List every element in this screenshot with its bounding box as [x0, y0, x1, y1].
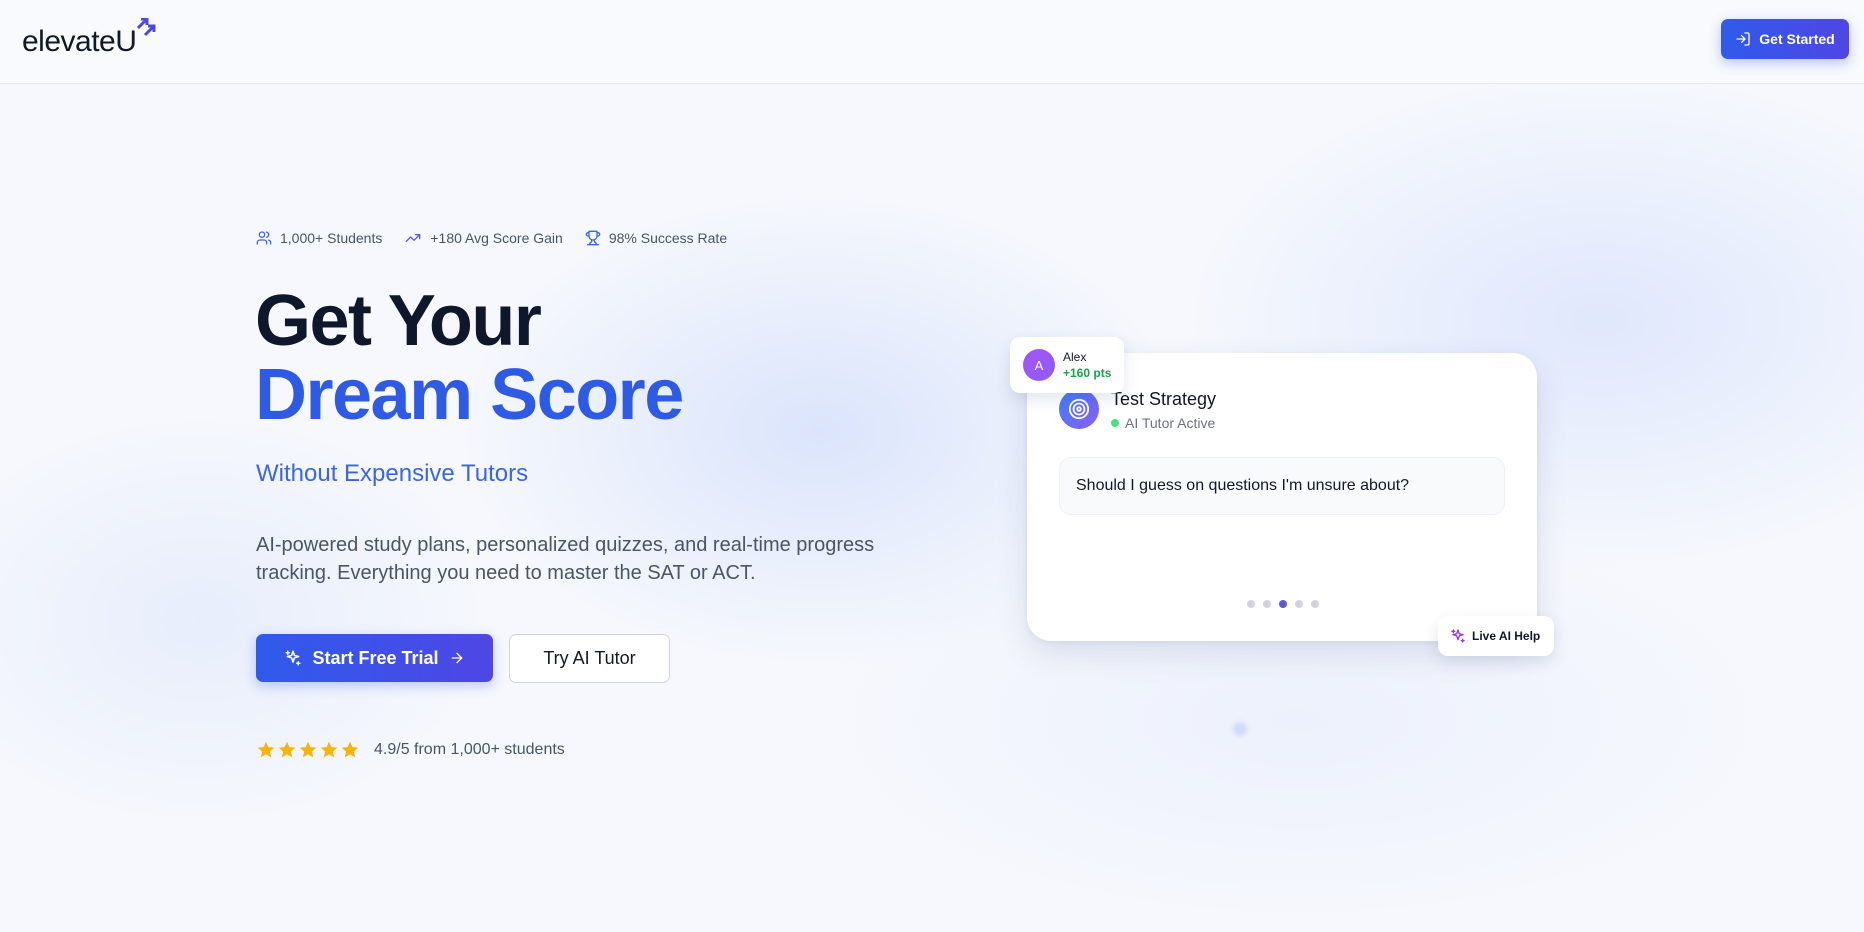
- user-score-info: Alex +160 pts: [1063, 350, 1111, 381]
- user-score-badge: A Alex +160 pts: [1010, 337, 1124, 393]
- tutor-status: AI Tutor Active: [1111, 415, 1215, 431]
- live-ai-help-label: Live AI Help: [1472, 629, 1541, 643]
- hero-description: AI-powered study plans, personalized qui…: [256, 534, 875, 584]
- get-started-button[interactable]: Get Started: [1721, 19, 1849, 59]
- decorative-dot: [1233, 722, 1247, 736]
- stat-success-rate-label: 98% Success Rate: [608, 230, 728, 246]
- logo[interactable]: elevateU: [22, 18, 158, 60]
- carousel-dot[interactable]: [1295, 600, 1303, 608]
- users-icon: [256, 231, 272, 245]
- star-icon: [257, 741, 275, 758]
- try-ai-tutor-button[interactable]: Try AI Tutor: [509, 634, 670, 683]
- stat-score-gain-label: +180 Avg Score Gain: [430, 230, 563, 246]
- headline-line-1: Get Your: [255, 281, 542, 361]
- get-started-label: Get Started: [1759, 31, 1835, 47]
- logo-text: elevateU: [22, 25, 137, 58]
- avatar: A: [1023, 349, 1055, 381]
- card-title: Test Strategy: [1111, 389, 1217, 409]
- hero-subheadline: Without Expensive Tutors: [256, 460, 529, 487]
- headline-line-2: Dream Score: [255, 355, 684, 435]
- carousel-dot-active[interactable]: [1279, 600, 1287, 608]
- target-icon: [1059, 389, 1099, 429]
- login-icon: [1736, 32, 1750, 46]
- rating: 4.9/5 from 1,000+ students: [256, 740, 565, 760]
- ai-tutor-card: Test Strategy AI Tutor Active Should I g…: [1027, 353, 1537, 641]
- site-header: elevateU Get Started: [0, 0, 1864, 84]
- live-ai-help-badge: Live AI Help: [1438, 616, 1554, 656]
- arrow-right-icon: [451, 652, 462, 664]
- rating-text: 4.9/5 from 1,000+ students: [374, 741, 565, 758]
- star-icon: [341, 741, 359, 758]
- stat-score-gain: +180 Avg Score Gain: [404, 230, 563, 246]
- stat-success-rate: 98% Success Rate: [585, 230, 727, 246]
- carousel-dot[interactable]: [1247, 600, 1255, 608]
- carousel-indicators: [1247, 600, 1319, 608]
- stat-students-label: 1,000+ Students: [280, 230, 383, 246]
- status-dot: [1111, 419, 1119, 427]
- carousel-dot[interactable]: [1263, 600, 1271, 608]
- trending-up-icon: [406, 234, 421, 242]
- carousel-dot[interactable]: [1311, 600, 1319, 608]
- trophy-icon: [585, 230, 601, 246]
- start-free-trial-button[interactable]: Start Free Trial: [256, 634, 493, 682]
- star-rating: [256, 740, 360, 760]
- question-bubble: Should I guess on questions I'm unsure a…: [1059, 457, 1505, 515]
- sparkles-icon: [285, 650, 301, 666]
- logo-arrow-icon: [137, 18, 156, 37]
- star-icon: [278, 741, 296, 758]
- stat-students: 1,000+ Students: [256, 230, 382, 246]
- user-name: Alex: [1063, 349, 1087, 364]
- hero-stats: 1,000+ Students +180 Avg Score Gain 98% …: [256, 230, 727, 246]
- tutor-status-label: AI Tutor Active: [1125, 415, 1216, 431]
- user-points: +160 pts: [1063, 365, 1112, 380]
- star-icon: [320, 741, 338, 758]
- start-free-trial-label: Start Free Trial: [312, 647, 439, 668]
- star-icon: [299, 741, 317, 758]
- sparkles-icon: [1451, 629, 1465, 643]
- hero-headline: Get Your Dream Score: [255, 281, 684, 435]
